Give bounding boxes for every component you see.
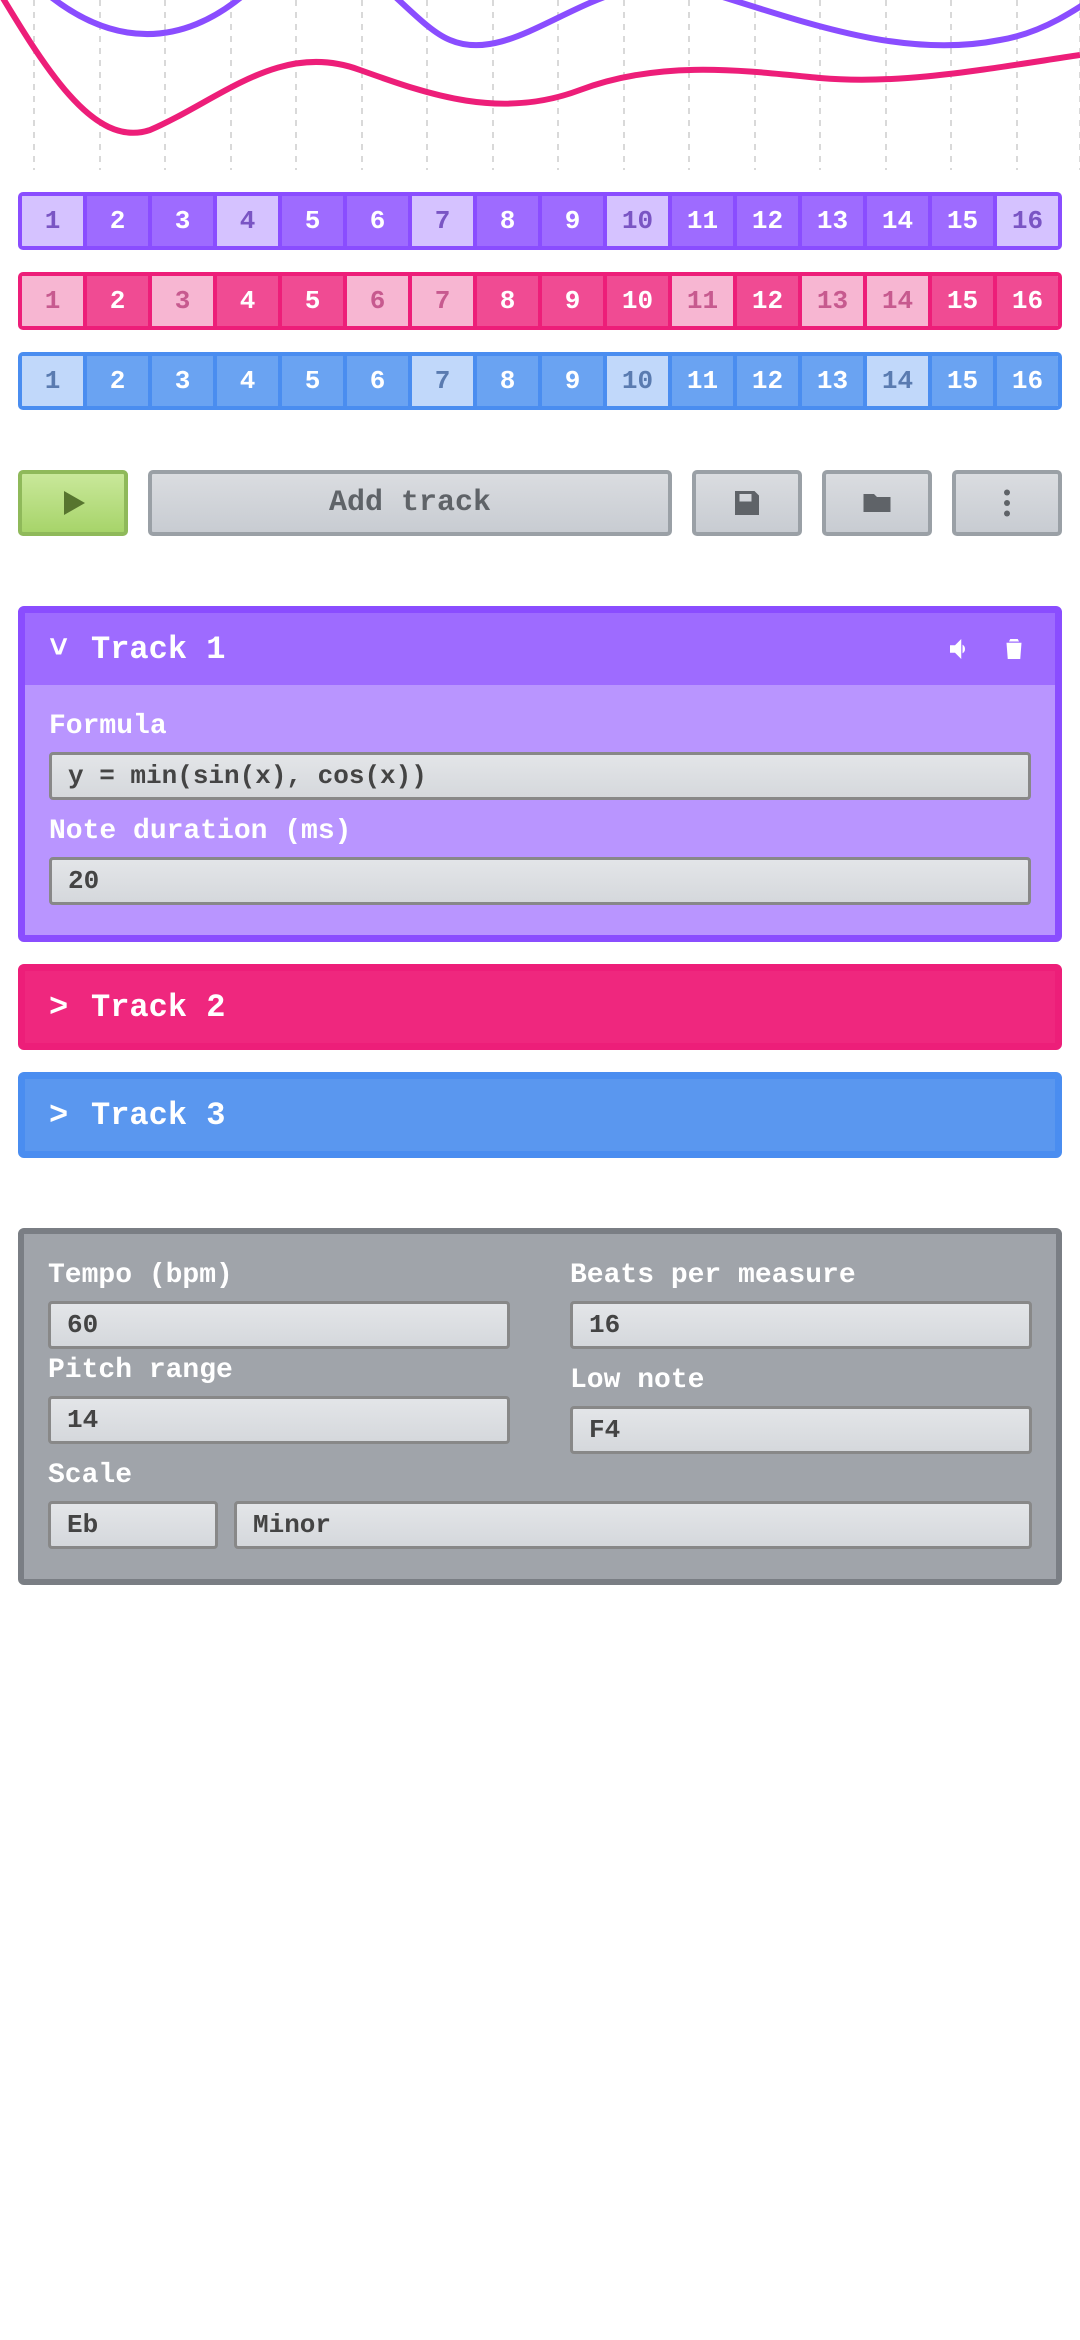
beat-cell[interactable]: 2	[87, 196, 152, 246]
track-body: Formula Note duration (ms)	[25, 685, 1055, 935]
beat-cell[interactable]: 16	[997, 356, 1058, 406]
beat-cell[interactable]: 4	[217, 276, 282, 326]
open-button[interactable]	[822, 470, 932, 536]
scale-label: Scale	[48, 1460, 1032, 1491]
low-note-label: Low note	[570, 1365, 1032, 1396]
beat-cell[interactable]: 14	[867, 276, 932, 326]
waveform-curve-pink	[0, 0, 1080, 133]
scale-mode-input[interactable]	[234, 1501, 1032, 1549]
add-track-label: Add track	[329, 486, 491, 520]
track-title: Track 2	[91, 989, 1031, 1026]
beat-cell[interactable]: 11	[672, 356, 737, 406]
track-panel-1: ˅ Track 1 Formula Note duration (ms)	[18, 606, 1062, 942]
formula-label: Formula	[49, 711, 1031, 742]
waveform-curve-purple	[0, 0, 1080, 45]
settings-panel: Tempo (bpm) Beats per measure Pitch rang…	[18, 1228, 1062, 1585]
more-vertical-icon	[989, 485, 1025, 521]
beat-cell[interactable]: 13	[802, 196, 867, 246]
beat-cell[interactable]: 3	[152, 196, 217, 246]
more-button[interactable]	[952, 470, 1062, 536]
beat-cell[interactable]: 7	[412, 196, 477, 246]
formula-input[interactable]	[49, 752, 1031, 800]
tempo-label: Tempo (bpm)	[48, 1260, 510, 1291]
beat-cell[interactable]: 2	[87, 276, 152, 326]
beat-cell[interactable]: 15	[932, 276, 997, 326]
beats-per-measure-label: Beats per measure	[570, 1260, 1032, 1291]
chevron-down-icon: ˅	[49, 631, 71, 668]
track-header[interactable]: ˅ Track 1	[25, 613, 1055, 685]
beat-cell[interactable]: 15	[932, 356, 997, 406]
beat-cell[interactable]: 3	[152, 356, 217, 406]
play-icon	[55, 485, 91, 521]
beat-cell[interactable]: 6	[347, 196, 412, 246]
trash-icon[interactable]	[997, 632, 1031, 666]
beat-cell[interactable]: 14	[867, 196, 932, 246]
chevron-right-icon: >	[49, 989, 71, 1026]
beat-cell[interactable]: 15	[932, 196, 997, 246]
volume-icon[interactable]	[943, 632, 977, 666]
beat-cell[interactable]: 10	[607, 356, 672, 406]
track-header[interactable]: > Track 3	[25, 1079, 1055, 1151]
beat-cell[interactable]: 9	[542, 276, 607, 326]
beat-cell[interactable]: 1	[22, 196, 87, 246]
beat-cell[interactable]: 4	[217, 356, 282, 406]
save-button[interactable]	[692, 470, 802, 536]
beat-cell[interactable]: 3	[152, 276, 217, 326]
low-note-input[interactable]	[570, 1406, 1032, 1454]
beat-cell[interactable]: 8	[477, 196, 542, 246]
beat-cell[interactable]: 12	[737, 276, 802, 326]
note-duration-input[interactable]	[49, 857, 1031, 905]
beat-cell[interactable]: 1	[22, 356, 87, 406]
save-icon	[729, 485, 765, 521]
beat-cell[interactable]: 6	[347, 356, 412, 406]
waveform-display	[0, 0, 1080, 170]
tempo-input[interactable]	[48, 1301, 510, 1349]
track-panel-2: > Track 2	[18, 964, 1062, 1050]
chevron-right-icon: >	[49, 1097, 71, 1134]
note-duration-label: Note duration (ms)	[49, 816, 1031, 847]
toolbar: Add track	[0, 470, 1080, 536]
beat-cell[interactable]: 9	[542, 196, 607, 246]
beat-row-pink: 12345678910111213141516	[18, 272, 1062, 330]
beat-row-blue: 12345678910111213141516	[18, 352, 1062, 410]
track-header[interactable]: > Track 2	[25, 971, 1055, 1043]
play-button[interactable]	[18, 470, 128, 536]
beat-cell[interactable]: 5	[282, 196, 347, 246]
beat-cell[interactable]: 9	[542, 356, 607, 406]
add-track-button[interactable]: Add track	[148, 470, 672, 536]
beat-cell[interactable]: 4	[217, 196, 282, 246]
pitch-range-label: Pitch range	[48, 1355, 510, 1386]
beat-cell[interactable]: 13	[802, 276, 867, 326]
beat-cell[interactable]: 8	[477, 276, 542, 326]
track-title: Track 1	[91, 631, 923, 668]
beat-cell[interactable]: 12	[737, 196, 802, 246]
beat-cell[interactable]: 11	[672, 196, 737, 246]
beat-cell[interactable]: 16	[997, 276, 1058, 326]
beat-cell[interactable]: 7	[412, 276, 477, 326]
beat-cell[interactable]: 12	[737, 356, 802, 406]
pitch-range-input[interactable]	[48, 1396, 510, 1444]
beats-per-measure-input[interactable]	[570, 1301, 1032, 1349]
beat-cell[interactable]: 10	[607, 276, 672, 326]
track-title: Track 3	[91, 1097, 1031, 1134]
track-panel-3: > Track 3	[18, 1072, 1062, 1158]
beat-cell[interactable]: 13	[802, 356, 867, 406]
beat-cell[interactable]: 8	[477, 356, 542, 406]
beat-cell[interactable]: 6	[347, 276, 412, 326]
beat-cell[interactable]: 16	[997, 196, 1058, 246]
beat-cell[interactable]: 10	[607, 196, 672, 246]
folder-icon	[859, 485, 895, 521]
beat-cell[interactable]: 5	[282, 276, 347, 326]
beat-cell[interactable]: 7	[412, 356, 477, 406]
beat-cell[interactable]: 2	[87, 356, 152, 406]
beat-cell[interactable]: 14	[867, 356, 932, 406]
beat-cell[interactable]: 1	[22, 276, 87, 326]
scale-key-input[interactable]	[48, 1501, 218, 1549]
beat-cell[interactable]: 5	[282, 356, 347, 406]
beat-cell[interactable]: 11	[672, 276, 737, 326]
beat-row-purple: 12345678910111213141516	[18, 192, 1062, 250]
